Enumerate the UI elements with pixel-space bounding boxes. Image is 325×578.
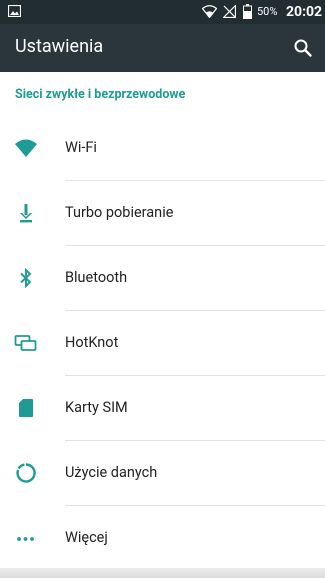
settings-item-bluetooth[interactable]: Bluetooth (0, 246, 325, 311)
settings-item-label: Więcej (65, 529, 108, 546)
settings-item-label: Wi-Fi (65, 139, 97, 156)
sim-card-icon (19, 399, 33, 417)
wifi-status-icon (202, 5, 217, 18)
wifi-icon (15, 139, 37, 157)
more-icon (17, 537, 34, 541)
hotknot-icon (14, 335, 37, 351)
settings-item-label: HotKnot (65, 334, 119, 351)
bluetooth-icon (20, 267, 32, 289)
battery-icon (243, 4, 252, 19)
search-icon[interactable] (291, 36, 315, 60)
status-bar: 50% 20:02 (0, 0, 325, 24)
settings-item-label: Turbo pobieranie (65, 204, 174, 221)
settings-item-label: Użycie danych (65, 464, 158, 481)
app-bar: Ustawienia (0, 24, 325, 72)
page-title: Ustawienia (15, 36, 104, 57)
no-signal-icon (223, 5, 236, 18)
status-time: 20:02 (286, 4, 323, 20)
settings-item-sim-cards[interactable]: Karty SIM (0, 376, 325, 441)
settings-item-more[interactable]: Więcej (0, 506, 325, 571)
image-notification-icon (8, 5, 21, 17)
settings-item-turbo-download[interactable]: Turbo pobieranie (0, 181, 325, 246)
data-usage-icon (16, 463, 36, 483)
settings-item-label: Bluetooth (65, 269, 128, 286)
settings-item-data-usage[interactable]: Użycie danych (0, 441, 325, 506)
battery-percentage: 50% (257, 5, 278, 18)
download-icon (20, 204, 32, 223)
settings-item-label: Karty SIM (65, 399, 128, 416)
bottom-edge (0, 568, 325, 578)
section-header: Sieci zwykłe i bezprzewodowe (15, 87, 186, 102)
settings-item-hotknot[interactable]: HotKnot (0, 311, 325, 376)
settings-item-wifi[interactable]: Wi-Fi (0, 116, 325, 181)
